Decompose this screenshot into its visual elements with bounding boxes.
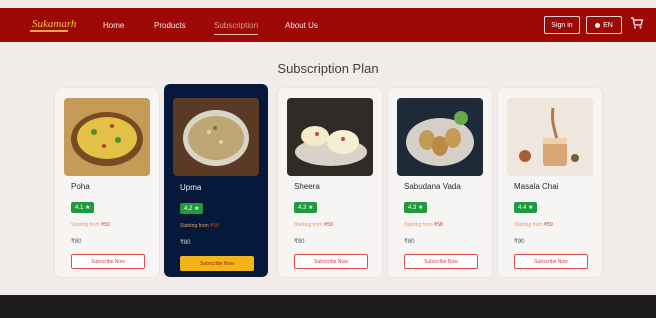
plan-card-sabudana-vada[interactable]: Sabudana Vada 4.3 ★ Starting from ₹58 ₹8… bbox=[388, 88, 492, 277]
nav-home[interactable]: Home bbox=[103, 21, 124, 30]
globe-icon bbox=[595, 22, 601, 28]
starting-label: Starting from bbox=[514, 222, 543, 228]
current-price: ₹59 bbox=[324, 222, 333, 228]
subscribe-now-button[interactable]: Subscribe Now bbox=[71, 254, 145, 269]
top-navigation: Sukamarh Home Products Subscription Abou… bbox=[0, 8, 656, 42]
plan-name: Sheera bbox=[294, 182, 320, 191]
nav-subscription[interactable]: Subscription bbox=[214, 21, 259, 35]
original-price: ₹80 bbox=[404, 239, 415, 245]
rating-badge: 4.3 ★ bbox=[404, 202, 428, 213]
nav-products[interactable]: Products bbox=[154, 21, 186, 30]
plan-name: Upma bbox=[180, 183, 202, 192]
poha-image bbox=[64, 98, 150, 176]
plan-card-masala-chai[interactable]: Masala Chai 4.4 ★ Starting from ₹59 ₹90 … bbox=[498, 88, 602, 277]
rating-badge: 4.1 ★ bbox=[71, 202, 95, 213]
starting-price: Starting from ₹58 bbox=[404, 222, 443, 228]
rating-badge: 4.3 ★ bbox=[294, 202, 318, 213]
plan-name: Masala Chai bbox=[514, 182, 559, 191]
starting-price: Starting from ₹59 bbox=[514, 222, 553, 228]
subscribe-now-button[interactable]: Subscribe Now bbox=[514, 254, 588, 269]
original-price: ₹90 bbox=[294, 239, 305, 245]
plan-card-sheera[interactable]: Sheera 4.3 ★ Starting from ₹59 ₹90 Subsc… bbox=[278, 88, 382, 277]
subscribe-now-button[interactable]: Subscribe Now bbox=[294, 254, 368, 269]
plan-card-upma[interactable]: Upma 4.2 ★ Starting from ₹58 ₹80 Subscri… bbox=[164, 84, 268, 277]
starting-label: Starting from bbox=[180, 223, 209, 229]
starting-label: Starting from bbox=[404, 222, 433, 228]
language-label: EN bbox=[603, 21, 613, 29]
original-price: ₹80 bbox=[180, 240, 191, 246]
plan-name: Sabudana Vada bbox=[404, 182, 461, 191]
sabudana-vada-image bbox=[397, 98, 483, 176]
plan-name: Poha bbox=[71, 182, 90, 191]
logo[interactable]: Sukamarh bbox=[32, 18, 76, 30]
signin-button[interactable]: Sign in bbox=[544, 16, 580, 34]
original-price: ₹90 bbox=[514, 239, 525, 245]
current-price: ₹58 bbox=[210, 223, 219, 229]
current-price: ₹59 bbox=[544, 222, 553, 228]
current-price: ₹50 bbox=[101, 222, 110, 228]
plan-card-poha[interactable]: Poha 4.1 ★ Starting from ₹50 ₹80 Subscri… bbox=[55, 88, 159, 277]
section-title: Subscription Plan bbox=[277, 61, 379, 76]
cart-icon[interactable] bbox=[630, 16, 644, 30]
rating-badge: 4.2 ★ bbox=[180, 203, 204, 214]
starting-price: Starting from ₹50 bbox=[71, 222, 110, 228]
starting-label: Starting from bbox=[294, 222, 323, 228]
footer-bar bbox=[0, 295, 656, 318]
logo-underline bbox=[30, 30, 68, 32]
starting-label: Starting from bbox=[71, 222, 100, 228]
subscribe-now-button[interactable]: Subscribe Now bbox=[404, 254, 478, 269]
original-price: ₹80 bbox=[71, 239, 82, 245]
starting-price: Starting from ₹58 bbox=[180, 223, 219, 229]
rating-badge: 4.4 ★ bbox=[514, 202, 538, 213]
masala-chai-image bbox=[507, 98, 593, 176]
starting-price: Starting from ₹59 bbox=[294, 222, 333, 228]
subscribe-now-button[interactable]: Subscribe Now bbox=[180, 256, 254, 271]
upma-image bbox=[173, 98, 259, 176]
language-button[interactable]: EN bbox=[586, 16, 622, 34]
current-price: ₹58 bbox=[434, 222, 443, 228]
nav-about-us[interactable]: About Us bbox=[285, 21, 318, 30]
sheera-image bbox=[287, 98, 373, 176]
